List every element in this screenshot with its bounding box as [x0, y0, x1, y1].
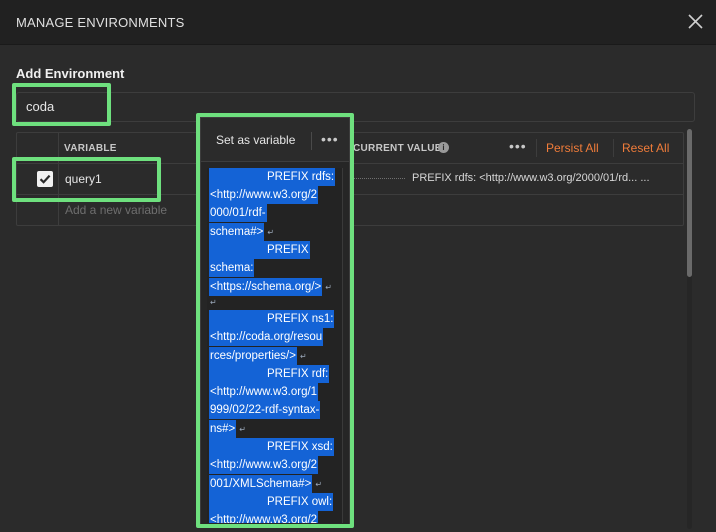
editor-line: <http://www.w3.org/1 [209, 383, 319, 401]
editor-line: <http://coda.org/resou [209, 328, 324, 346]
more-options-icon[interactable]: ••• [509, 138, 527, 154]
editor-text-block: PREFIX owl: <http://www.w3.org/2 [207, 493, 342, 523]
initial-value-cell[interactable] [353, 178, 405, 179]
current-value-cell[interactable]: PREFIX rdfs: <http://www.w3.org/2000/01/… [412, 172, 684, 184]
popup-toolbar: Set as variable ••• [201, 118, 349, 162]
close-icon[interactable] [687, 13, 704, 30]
table-row: query1 PREFIX rdfs: <http://www.w3.org/2… [17, 164, 683, 195]
editor-line: ns#> [209, 420, 237, 438]
editor-line: <http://www.w3.org/2 [209, 511, 319, 523]
variable-column-header: VARIABLE [64, 143, 117, 154]
reset-all-button[interactable]: Reset All [622, 141, 669, 155]
editor-text-block: PREFIX xsd: <http://www.w3.org/2 001/XMLSc… [207, 438, 342, 493]
add-environment-heading: Add Environment [16, 66, 125, 81]
editor-line: <http://www.w3.org/2 [209, 456, 319, 474]
editor-text-block: PREFIX schema: <https://schema.org/> ↵ [207, 241, 342, 296]
new-variable-input[interactable]: Add a new variable [65, 203, 167, 217]
line-break-icon: ↵ [239, 425, 246, 434]
line-break-icon: ↵ [325, 283, 332, 292]
editor-line: PREFIX owl: [209, 493, 334, 511]
line-break-icon: ↵ [267, 228, 275, 237]
divider [311, 132, 312, 150]
editor-line: 001/XMLSchema#> [209, 475, 313, 493]
editor-line: PREFIX rdfs: [209, 168, 336, 186]
editor-line: PREFIX xsd: [209, 438, 334, 456]
current-value-column-header: CURRENT VALUE [353, 143, 442, 154]
set-as-variable-button[interactable]: Set as variable [216, 133, 295, 147]
editor-text-block: PREFIX rdfs: <http://www.w3.org/2 000/01/r… [207, 168, 342, 241]
editor-line: <https://schema.org/> [209, 278, 323, 296]
value-editor[interactable]: PREFIX rdfs: <http://www.w3.org/2 000/01/r… [207, 168, 343, 523]
row-enabled-checkbox[interactable] [37, 171, 53, 187]
editor-line: 999/02/22-rdf-syntax- [209, 401, 321, 419]
divider [536, 139, 537, 157]
editor-line: <http://www.w3.org/2 [209, 186, 319, 204]
persist-all-button[interactable]: Persist All [546, 141, 599, 155]
editor-text-block: PREFIX rdf: <http://www.w3.org/1 999/02/22… [207, 365, 342, 438]
editor-line: schema: [209, 259, 255, 277]
line-break-icon: ↵ [315, 480, 323, 489]
editor-text-block: PREFIX ns1: <http://coda.org/resou rces/pr… [207, 310, 342, 365]
modal-title: MANAGE ENVIRONMENTS [16, 15, 185, 30]
editor-line: PREFIX rdf: [209, 365, 330, 383]
line-break-icon: ↵ [299, 352, 307, 361]
new-variable-row: Add a new variable [17, 195, 683, 225]
environment-name-input[interactable]: coda [16, 92, 695, 122]
editor-line: schema#> [209, 223, 265, 241]
variable-name-cell[interactable]: query1 [65, 172, 102, 186]
popup-more-options-icon[interactable]: ••• [321, 131, 339, 147]
table-header-row: VARIABLE CURRENT VALUE i ••• Persist All… [17, 133, 683, 164]
variable-value-popup: Set as variable ••• PREFIX rdfs: <http://… [200, 117, 350, 526]
info-icon[interactable]: i [438, 142, 449, 153]
scrollbar-thumb[interactable] [687, 129, 692, 277]
editor-line: rces/properties/> [209, 347, 297, 365]
divider [613, 139, 614, 157]
editor-line: 000/01/rdf- [209, 204, 267, 222]
editor-line: PREFIX [209, 241, 310, 259]
modal-header: MANAGE ENVIRONMENTS [0, 0, 716, 45]
editor-line: PREFIX ns1: [209, 310, 335, 328]
variables-table: VARIABLE CURRENT VALUE i ••• Persist All… [16, 132, 684, 226]
line-break-icon: ↵ [210, 298, 217, 307]
manage-environments-modal: MANAGE ENVIRONMENTS Add Environment coda… [0, 0, 716, 532]
